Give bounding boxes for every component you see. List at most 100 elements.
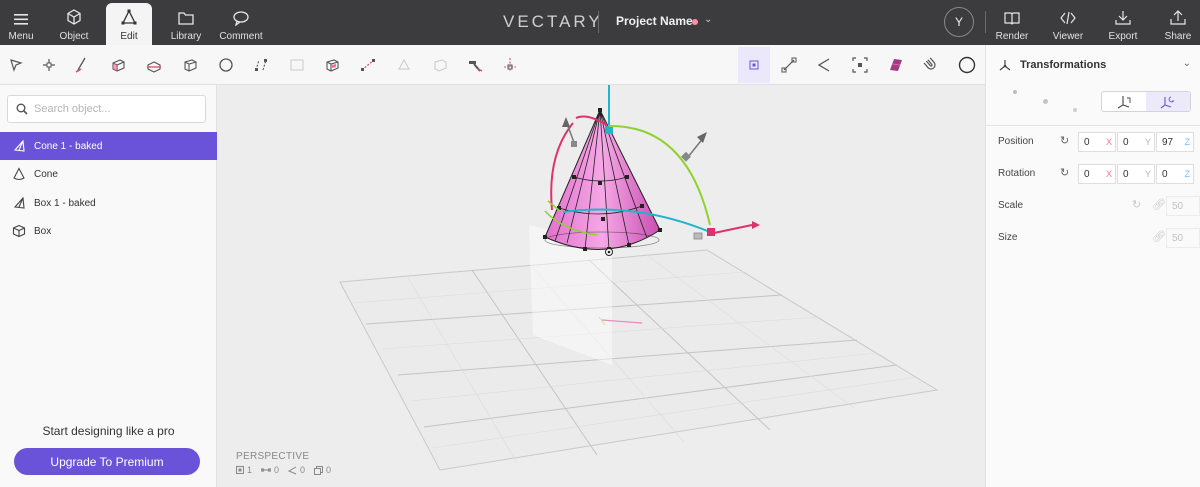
global-space-button[interactable] bbox=[1146, 92, 1190, 111]
search-icon bbox=[16, 103, 28, 115]
tab-label: Object bbox=[59, 31, 89, 42]
vertex-mode-icon bbox=[749, 60, 759, 70]
draw-tool[interactable] bbox=[70, 53, 94, 77]
tab-label: Comment bbox=[219, 31, 263, 42]
size-field[interactable]: 50 bbox=[1166, 228, 1200, 248]
vectary-logo[interactable]: VECTARY bbox=[503, 12, 603, 32]
flip-tool[interactable] bbox=[392, 53, 416, 77]
edge-mode-icon bbox=[781, 57, 797, 73]
tab-label: Edit bbox=[120, 31, 138, 42]
scale-row: Scale ↻ 🔗︎ 50 bbox=[998, 196, 1200, 216]
upgrade-button[interactable]: Upgrade To Premium bbox=[14, 448, 200, 475]
local-axes-icon bbox=[1117, 95, 1131, 108]
object-item-cone[interactable]: Cone bbox=[0, 160, 217, 188]
sphere-button[interactable] bbox=[955, 53, 979, 77]
extrude-tool[interactable] bbox=[106, 53, 130, 77]
code-icon bbox=[1060, 11, 1076, 25]
subdivide-tool[interactable] bbox=[214, 53, 238, 77]
promo-text: Start designing like a pro bbox=[42, 424, 175, 438]
split-icon bbox=[255, 59, 267, 71]
rotation-x-field[interactable]: 0X bbox=[1078, 164, 1116, 184]
chevron-down-icon[interactable]: ⌄ bbox=[704, 14, 712, 25]
select-icon bbox=[10, 59, 23, 72]
position-y-field[interactable]: 0Y bbox=[1117, 132, 1155, 152]
tab-library[interactable]: Library bbox=[164, 0, 208, 45]
transformations-header[interactable]: Transformations ⌄ bbox=[986, 45, 1200, 85]
bevel-icon bbox=[184, 59, 197, 72]
reset-icon[interactable]: ↻ bbox=[1060, 134, 1069, 147]
pivot-point-dot[interactable] bbox=[1073, 108, 1077, 112]
render-button[interactable]: Render bbox=[994, 0, 1030, 45]
3d-viewport[interactable]: PERSPECTIVE 1 0 0 0 bbox=[217, 85, 985, 487]
lock-ratio-icon[interactable]: 🔗︎ bbox=[1152, 198, 1166, 211]
share-button[interactable]: Share bbox=[1160, 0, 1196, 45]
scale-field[interactable]: 50 bbox=[1166, 196, 1200, 216]
avatar[interactable]: Y bbox=[944, 7, 974, 37]
rotation-y-field[interactable]: 0Y bbox=[1117, 164, 1155, 184]
scene-canvas[interactable] bbox=[217, 85, 985, 487]
size-row: Size 🔗︎ 50 bbox=[998, 228, 1200, 248]
material-icon bbox=[890, 59, 902, 71]
vertex-mode-button[interactable] bbox=[738, 47, 770, 83]
search-input[interactable] bbox=[34, 103, 194, 115]
add-vertex-tool[interactable] bbox=[37, 53, 61, 77]
lock-ratio-icon[interactable]: 🔗︎ bbox=[1152, 230, 1166, 243]
floor-grid bbox=[339, 249, 939, 471]
pivot-point-dot[interactable] bbox=[1043, 99, 1048, 104]
menu-label: Menu bbox=[8, 31, 34, 42]
menu-button[interactable]: Menu bbox=[6, 0, 36, 45]
rotation-y-value: 0 bbox=[1123, 168, 1129, 180]
camera-label[interactable]: PERSPECTIVE bbox=[236, 451, 309, 462]
object-item-box[interactable]: Box bbox=[0, 217, 217, 245]
coordinate-space-toggle bbox=[1101, 91, 1191, 112]
move-to-tool[interactable] bbox=[498, 53, 522, 77]
pivot-point-dot[interactable] bbox=[1013, 90, 1017, 94]
edge-mode-button[interactable] bbox=[777, 53, 801, 77]
position-z-field[interactable]: 97 Z bbox=[1156, 132, 1194, 152]
search-box[interactable] bbox=[7, 95, 206, 123]
weld-tool[interactable] bbox=[463, 53, 487, 77]
divider bbox=[598, 11, 599, 33]
tab-object[interactable]: Object bbox=[52, 0, 96, 45]
rotation-z-field[interactable]: 0Z bbox=[1156, 164, 1194, 184]
project-name[interactable]: Project Name bbox=[616, 14, 693, 28]
fill-tool[interactable] bbox=[285, 53, 309, 77]
export-button[interactable]: Export bbox=[1104, 0, 1142, 45]
pivot-icon bbox=[852, 57, 868, 73]
sphere-icon bbox=[958, 56, 976, 74]
object-item-box-1-baked[interactable]: Box 1 - baked bbox=[0, 189, 217, 217]
select-tool[interactable] bbox=[4, 53, 28, 77]
slice-tool[interactable] bbox=[142, 53, 166, 77]
global-axes-icon bbox=[1160, 96, 1175, 108]
cone-mesh[interactable] bbox=[543, 108, 662, 251]
chevron-down-icon[interactable]: ⌄ bbox=[1183, 58, 1191, 69]
object-count-icon bbox=[236, 466, 244, 474]
copy-count: 0 bbox=[314, 465, 331, 475]
rotation-x-value: 0 bbox=[1084, 168, 1090, 180]
inset-icon bbox=[326, 59, 339, 72]
tab-comment[interactable]: Comment bbox=[217, 0, 265, 45]
bridge-tool[interactable] bbox=[356, 53, 380, 77]
scene-panel: Cone 1 - baked Cone Box 1 - baked Box St… bbox=[0, 85, 217, 487]
local-space-button[interactable] bbox=[1102, 92, 1146, 111]
tab-edit[interactable]: Edit bbox=[106, 3, 152, 45]
flip-icon bbox=[398, 58, 410, 70]
hamburger-icon bbox=[14, 14, 28, 25]
edge-count: 0 bbox=[261, 465, 279, 475]
face-mode-button[interactable] bbox=[812, 53, 836, 77]
split-tool[interactable] bbox=[249, 53, 273, 77]
reset-icon[interactable]: ↻ bbox=[1132, 198, 1141, 211]
reset-icon[interactable]: ↻ bbox=[1060, 166, 1069, 179]
object-item-cone-1-baked[interactable]: Cone 1 - baked bbox=[0, 132, 217, 160]
inset-tool[interactable] bbox=[320, 53, 344, 77]
solidify-tool[interactable] bbox=[428, 53, 452, 77]
material-button[interactable] bbox=[884, 53, 908, 77]
rotation-label: Rotation bbox=[998, 168, 1036, 179]
magnet-button[interactable] bbox=[919, 53, 943, 77]
copy-count-icon bbox=[314, 465, 324, 475]
bevel-tool[interactable] bbox=[178, 53, 202, 77]
position-x-field[interactable]: 0X bbox=[1078, 132, 1116, 152]
pivot-button[interactable] bbox=[848, 53, 872, 77]
viewer-button[interactable]: Viewer bbox=[1049, 0, 1087, 45]
face-count: 0 bbox=[288, 465, 305, 475]
